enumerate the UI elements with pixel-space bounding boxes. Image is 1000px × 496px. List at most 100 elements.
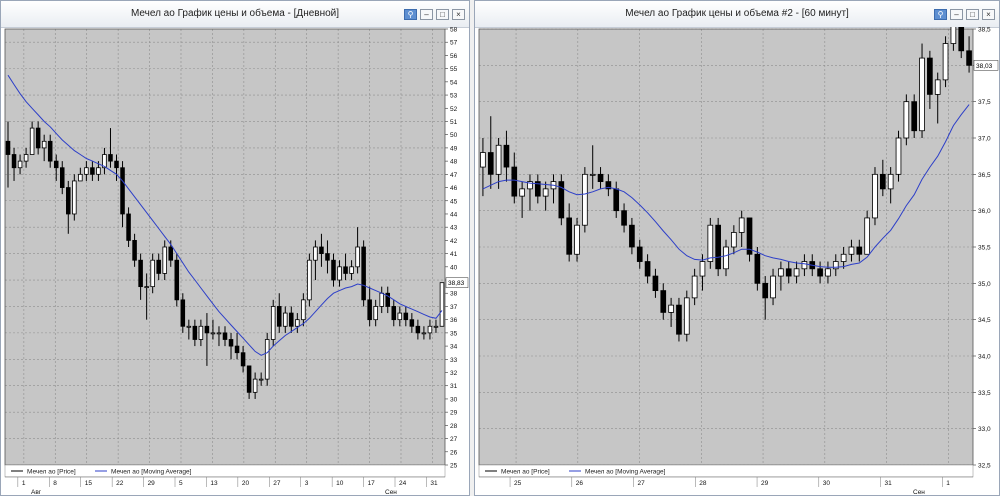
x-tick-label: 3: [305, 480, 309, 487]
candle-body: [72, 180, 77, 215]
x-tick-label: 27: [638, 480, 646, 487]
x-tick-label: 25: [514, 480, 522, 487]
candle-body: [289, 312, 294, 327]
x-tick-label: 26: [576, 480, 584, 487]
y-tick-label: 32: [450, 370, 458, 377]
candle-body: [582, 173, 588, 226]
candle-body: [270, 306, 276, 340]
candle-body: [90, 167, 95, 175]
y-tick-label: 37: [450, 304, 458, 311]
candle-body: [168, 246, 174, 261]
y-tick-label: 31: [450, 383, 458, 390]
y-tick-label: 30: [450, 396, 458, 403]
candle-body: [162, 246, 167, 274]
candle-body: [683, 297, 690, 335]
candle-body: [542, 188, 549, 197]
x-tick-label: 15: [85, 480, 93, 487]
y-tick-label: 42: [450, 238, 458, 245]
candle-body: [636, 246, 643, 262]
candle-body: [216, 332, 222, 335]
candle-body: [911, 101, 918, 132]
y-tick-label: 38,5: [978, 27, 991, 34]
candle-body: [355, 246, 360, 268]
candle-body: [66, 187, 71, 215]
candle-body: [283, 312, 288, 327]
x-tick-label: 20: [242, 480, 250, 487]
candle-body: [174, 259, 180, 301]
minimize-icon[interactable]: –: [420, 9, 433, 20]
candle-body: [589, 173, 596, 176]
candle-body: [307, 259, 312, 301]
candle-body: [132, 239, 137, 261]
x-period-label: Авг: [31, 489, 42, 495]
candle-body: [668, 304, 674, 313]
x-tick-label: 1: [946, 480, 950, 487]
candle-body: [379, 292, 384, 307]
y-tick-label: 35,5: [978, 245, 991, 252]
y-tick-label: 45: [450, 198, 458, 205]
link-icon[interactable]: ⚲: [934, 9, 947, 20]
price-chart-60min[interactable]: 32,5 33,0 33,5 34,0 34,5 35,0 35,5 36,0 36,5 37,0…: [475, 7, 999, 495]
candle-body: [738, 217, 745, 233]
candle-body: [919, 57, 925, 132]
window-title: Мечел ао График цены и объема #2 - [60 м…: [625, 8, 849, 19]
candle-body: [331, 259, 336, 281]
candle-body: [246, 365, 252, 393]
candle-body: [785, 268, 792, 277]
candle-body: [17, 160, 23, 169]
x-tick-label: 31: [885, 480, 893, 487]
candle-body: [126, 213, 131, 241]
x-period-label: Сен: [913, 489, 925, 495]
minimize-icon[interactable]: –: [950, 9, 963, 20]
candle-body: [108, 154, 113, 162]
y-tick-label: 46: [450, 185, 458, 192]
y-tick-label: 38: [450, 291, 458, 298]
maximize-icon[interactable]: □: [436, 9, 449, 20]
x-tick-label: 22: [116, 480, 124, 487]
y-tick-label: 58: [450, 27, 458, 34]
candle-body: [942, 43, 949, 81]
y-tick-label: 55: [450, 66, 458, 73]
candle-body: [415, 325, 421, 334]
legend-panel: [478, 464, 974, 478]
candle-body: [41, 140, 47, 149]
link-icon[interactable]: ⚲: [404, 9, 417, 20]
candle-body: [503, 144, 510, 168]
candle-body: [367, 299, 372, 321]
candle-body: [258, 378, 264, 381]
candle-body: [337, 266, 342, 281]
candle-body: [715, 224, 721, 270]
close-icon[interactable]: ×: [982, 9, 995, 20]
x-period-label: Сен: [385, 489, 397, 495]
candle-body: [144, 286, 149, 289]
window-titlebar[interactable]: Мечел ао График цены и объема #2 - [60 м…: [475, 1, 999, 28]
candle-body: [621, 210, 627, 226]
candle-body: [325, 253, 330, 261]
candle-body: [11, 154, 17, 169]
y-tick-label: 29: [450, 410, 458, 417]
y-tick-label: 34,5: [978, 317, 991, 324]
candle-body: [511, 166, 518, 197]
candle-body: [150, 259, 155, 288]
candle-body: [84, 167, 89, 175]
y-tick-label: 43: [450, 225, 458, 232]
candle-body: [793, 268, 800, 277]
last-price-label: 38,03: [976, 63, 993, 70]
candle-body: [228, 339, 234, 347]
candle-body: [597, 173, 604, 182]
candle-body: [927, 57, 933, 95]
maximize-icon[interactable]: □: [966, 9, 979, 20]
candle-body: [487, 152, 494, 175]
candle-body: [295, 319, 300, 327]
window-title: Мечел ао График цены и объема - [Дневной…: [130, 8, 340, 19]
window-titlebar[interactable]: Мечел ао График цены и объема - [Дневной…: [1, 1, 469, 28]
candle-body: [29, 127, 35, 155]
y-tick-label: 57: [450, 40, 458, 47]
chart-window-daily: Мечел ао График цены и объема - [Дневной…: [0, 0, 470, 496]
close-icon[interactable]: ×: [452, 9, 465, 20]
y-tick-label: 34,0: [978, 354, 991, 361]
y-tick-label: 56: [450, 53, 458, 60]
candle-body: [817, 268, 823, 277]
x-tick-label: 31: [430, 480, 438, 487]
price-chart-daily[interactable]: 2526272829303132333435363738394041424344…: [1, 27, 469, 495]
